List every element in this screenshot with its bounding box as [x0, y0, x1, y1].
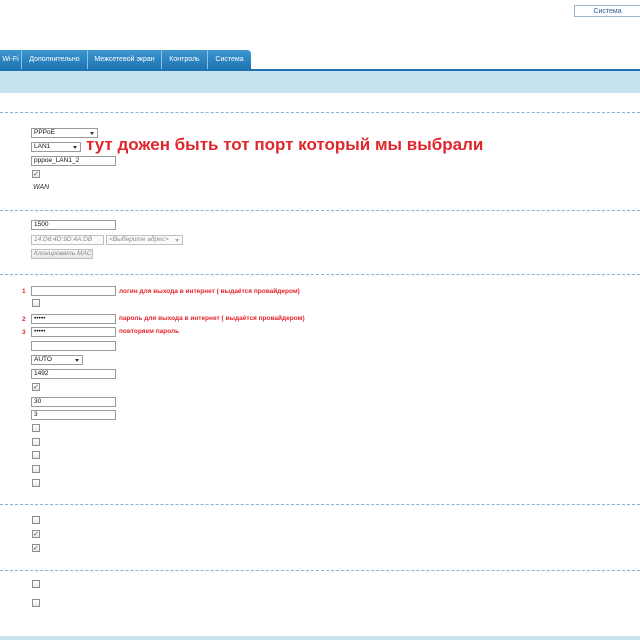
final-option-checkbox[interactable]: [32, 599, 40, 607]
mac-address-input[interactable]: 14:D6:4D:9D:4A:DB: [31, 235, 104, 245]
page-title-band: [0, 71, 640, 93]
lcp-fails-input[interactable]: 3: [31, 410, 116, 420]
direction-label: WAN: [33, 184, 50, 191]
tab-control[interactable]: Контроль: [162, 50, 208, 69]
section-divider: [0, 504, 640, 505]
service-name-input[interactable]: [31, 341, 116, 351]
ppp-mtu-input[interactable]: 1492: [31, 369, 116, 379]
misc-option-checkbox[interactable]: [32, 544, 40, 552]
port-select[interactable]: LAN1: [31, 142, 81, 152]
misc-option-checkbox[interactable]: [32, 530, 40, 538]
mac-select[interactable]: <Выберите адрес>: [106, 235, 183, 245]
mac-address-value: 14:D6:4D:9D:4A:DB: [34, 236, 93, 243]
ethernet-mtu-input[interactable]: 1500: [31, 220, 116, 230]
connection-type-value: PPPoE: [34, 129, 55, 136]
ppp-mtu-value: 1492: [34, 370, 49, 377]
ppp-option-checkbox[interactable]: [32, 451, 40, 459]
auth-algorithm-select[interactable]: AUTO: [31, 355, 83, 365]
mac-select-value: <Выберите адрес>: [109, 236, 169, 243]
footer-band: [0, 636, 640, 640]
chevron-down-icon: [75, 359, 79, 362]
port-annotation: тут дожен быть тот порт который мы выбра…: [86, 135, 484, 154]
main-nav: Wi-Fi Дополнительно Межсетевой экран Кон…: [0, 50, 640, 69]
ppp-option-checkbox[interactable]: [32, 479, 40, 487]
password-note: пароль для выхода в интернет ( выдаётся …: [119, 315, 305, 322]
password-input[interactable]: •••••: [31, 314, 116, 324]
password-confirm-input[interactable]: •••••: [31, 327, 116, 337]
lcp-fails-value: 3: [34, 411, 38, 418]
chevron-down-icon: [73, 146, 77, 149]
keep-alive-checkbox[interactable]: [32, 383, 40, 391]
ethernet-mtu-value: 1500: [34, 221, 49, 228]
clone-mac-button[interactable]: Клонировать MAC: [31, 249, 93, 259]
auth-algorithm-value: AUTO: [34, 356, 52, 363]
port-value: LAN1: [34, 143, 51, 150]
password-confirm-number: 3: [22, 329, 26, 336]
login-note: логин для выхода в интернет ( выдаётся п…: [119, 288, 300, 295]
password-number: 2: [22, 316, 26, 323]
lcp-interval-value: 30: [34, 398, 42, 405]
ppp-option-checkbox[interactable]: [32, 438, 40, 446]
ppp-option-checkbox[interactable]: [32, 424, 40, 432]
lcp-interval-input[interactable]: 30: [31, 397, 116, 407]
password-value: •••••: [34, 315, 46, 322]
tab-firewall[interactable]: Межсетевой экран: [88, 50, 162, 69]
password-confirm-value: •••••: [34, 328, 46, 335]
misc-option-checkbox[interactable]: [32, 516, 40, 524]
section-divider: [0, 112, 640, 113]
system-menu-button[interactable]: Система: [574, 5, 640, 17]
tab-wifi[interactable]: Wi-Fi: [0, 50, 22, 69]
tab-system[interactable]: Система: [208, 50, 251, 69]
section-divider: [0, 210, 640, 211]
no-auth-checkbox[interactable]: [32, 299, 40, 307]
password-confirm-note: повторяем пароль: [119, 328, 180, 335]
chevron-down-icon: [175, 239, 179, 242]
enable-checkbox[interactable]: [32, 170, 40, 178]
tab-advanced[interactable]: Дополнительно: [22, 50, 88, 69]
ppp-option-checkbox[interactable]: [32, 465, 40, 473]
section-divider: [0, 274, 640, 275]
connection-name-value: pppoe_LAN1_2: [34, 157, 80, 164]
final-option-checkbox[interactable]: [32, 580, 40, 588]
login-input[interactable]: [31, 286, 116, 296]
login-number: 1: [22, 288, 26, 295]
connection-name-input[interactable]: pppoe_LAN1_2: [31, 156, 116, 166]
section-divider: [0, 570, 640, 571]
